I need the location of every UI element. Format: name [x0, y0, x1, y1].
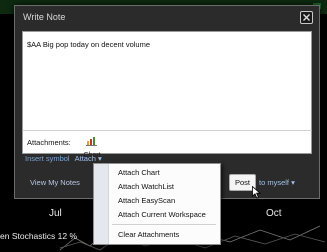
insert-toolbar: Insert symbol Attach ▾ [25, 154, 107, 163]
menu-item-attach-current-workspace[interactable]: Attach Current Workspace [118, 210, 206, 219]
note-text: $AA Big pop today on decent volume [27, 40, 151, 49]
attach-menu-button[interactable]: Attach ▾ [75, 154, 102, 163]
insert-symbol-link[interactable]: Insert symbol [25, 154, 70, 163]
menu-item-attach-chart[interactable]: Attach Chart [118, 168, 160, 177]
menu-separator [112, 224, 216, 225]
close-button[interactable] [300, 11, 313, 24]
attachments-label: Attachments: [27, 138, 71, 147]
menu-item-attach-watchlist[interactable]: Attach WatchList [118, 182, 174, 191]
note-text-area[interactable]: $AA Big pop today on decent volume [22, 31, 312, 132]
chart-attachment-icon [86, 137, 97, 146]
mouse-cursor-icon [252, 186, 261, 199]
menu-item-attach-easyscan[interactable]: Attach EasyScan [118, 196, 175, 205]
menu-item-clear-attachments[interactable]: Clear Attachments [118, 230, 179, 239]
window-titlebar: Write Note [15, 6, 319, 26]
close-icon [303, 14, 310, 21]
view-my-notes-link[interactable]: View My Notes [30, 178, 80, 187]
recipient-dropdown[interactable]: to myself ▾ [259, 178, 295, 187]
axis-month-jul: Jul [49, 208, 62, 219]
axis-month-oct: Oct [266, 208, 282, 219]
attachments-area: Attachments: Chart [22, 130, 312, 159]
window-title: Write Note [23, 12, 66, 22]
menu-gutter [94, 164, 109, 244]
attach-menu: Attach Chart Attach WatchList Attach Eas… [93, 163, 221, 245]
indicator-label: en Stochastics 12 % [0, 231, 78, 241]
